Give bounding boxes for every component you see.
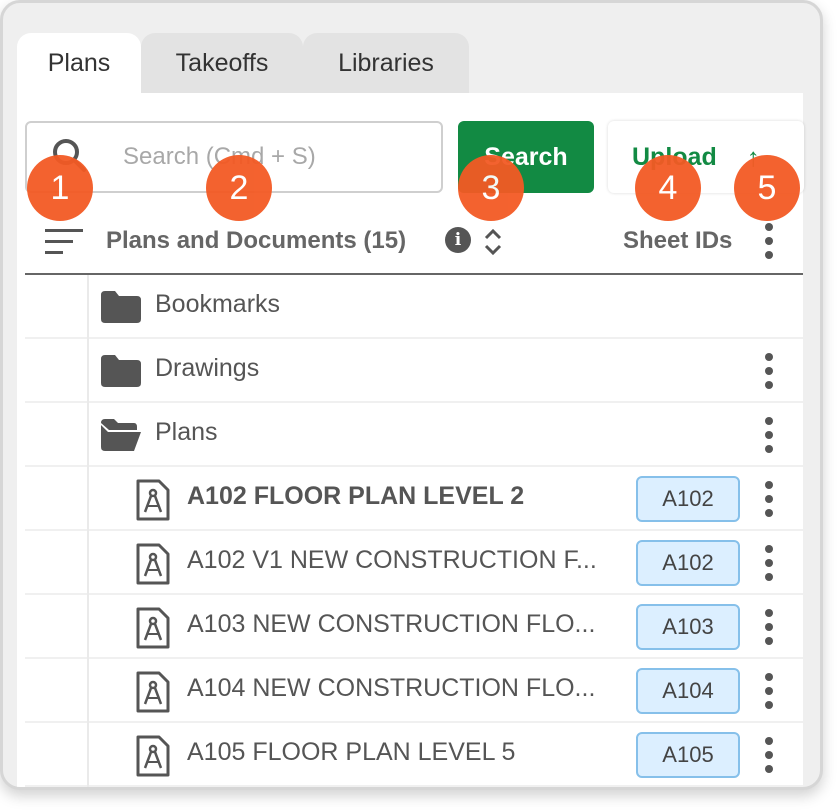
drafting-compass-sheet-icon xyxy=(136,543,170,585)
callout-3: 3 xyxy=(458,155,524,221)
callout-1: 1 xyxy=(27,155,93,221)
callout-4: 4 xyxy=(635,155,701,221)
sheet-label: A103 NEW CONSTRUCTION FLO... xyxy=(187,610,596,638)
folder-label: Drawings xyxy=(155,354,260,382)
row-more-icon[interactable] xyxy=(763,545,775,581)
tab-takeoffs[interactable]: Takeoffs xyxy=(141,33,303,93)
callout-2: 2 xyxy=(206,155,272,221)
sheet-id-badge[interactable]: A102 xyxy=(636,540,740,586)
search-input[interactable] xyxy=(123,123,423,191)
sheet-id-badge[interactable]: A104 xyxy=(636,668,740,714)
sheet-id-badge[interactable]: A105 xyxy=(636,732,740,778)
folder-label: Plans xyxy=(155,418,218,446)
sheet-id-badge[interactable]: A103 xyxy=(636,604,740,650)
row-gutter xyxy=(25,659,89,723)
folder-row-plans[interactable]: Plans xyxy=(25,403,803,467)
folder-open-icon xyxy=(101,419,141,451)
sheet-row[interactable]: A103 NEW CONSTRUCTION FLO... A103 xyxy=(25,595,803,659)
folder-row-bookmarks[interactable]: Bookmarks xyxy=(25,275,803,339)
folder-label: Bookmarks xyxy=(155,290,281,318)
sheet-row[interactable]: A102 V1 NEW CONSTRUCTION F... A102 xyxy=(25,531,803,595)
sort-updown-icon[interactable] xyxy=(483,227,503,257)
list-header: Plans and Documents (15) i Sheet IDs xyxy=(25,211,803,275)
plans-panel: Plans Takeoffs Libraries Search Upload ↑… xyxy=(0,0,823,790)
sheet-row[interactable]: A102 FLOOR PLAN LEVEL 2 A102 xyxy=(25,467,803,531)
document-list: Bookmarks Drawings Plans A102 FLOOR PLAN… xyxy=(25,275,803,787)
row-more-icon[interactable] xyxy=(763,609,775,645)
sort-icon[interactable] xyxy=(45,229,83,255)
folder-row-drawings[interactable]: Drawings xyxy=(25,339,803,403)
row-gutter xyxy=(25,275,89,339)
sheet-row[interactable]: A105 FLOOR PLAN LEVEL 5 A105 xyxy=(25,723,803,787)
drafting-compass-sheet-icon xyxy=(136,607,170,649)
tab-libraries[interactable]: Libraries xyxy=(303,33,469,93)
sheet-label: A105 FLOOR PLAN LEVEL 5 xyxy=(187,738,516,766)
row-more-icon[interactable] xyxy=(763,481,775,517)
info-icon[interactable]: i xyxy=(445,227,471,253)
tab-plans[interactable]: Plans xyxy=(17,33,141,93)
drafting-compass-sheet-icon xyxy=(136,671,170,713)
folder-icon xyxy=(101,291,141,323)
sheet-label: A104 NEW CONSTRUCTION FLO... xyxy=(187,674,596,702)
sheet-ids-header: Sheet IDs xyxy=(623,227,733,254)
sheet-label: A102 V1 NEW CONSTRUCTION F... xyxy=(187,546,597,574)
callout-5: 5 xyxy=(734,155,800,221)
row-gutter xyxy=(25,339,89,403)
sheet-row[interactable]: A104 NEW CONSTRUCTION FLO... A104 xyxy=(25,659,803,723)
row-gutter xyxy=(25,723,89,787)
row-more-icon[interactable] xyxy=(763,417,775,453)
drafting-compass-sheet-icon xyxy=(136,735,170,777)
header-more-icon[interactable] xyxy=(763,223,775,259)
row-gutter xyxy=(25,403,89,467)
tab-bar: Plans Takeoffs Libraries xyxy=(17,33,469,93)
row-gutter xyxy=(25,595,89,659)
row-gutter xyxy=(25,467,89,531)
row-more-icon[interactable] xyxy=(763,673,775,709)
drafting-compass-sheet-icon xyxy=(136,479,170,521)
row-gutter xyxy=(25,531,89,595)
folder-icon xyxy=(101,355,141,387)
row-more-icon[interactable] xyxy=(763,737,775,773)
sheet-id-badge[interactable]: A102 xyxy=(636,476,740,522)
row-more-icon[interactable] xyxy=(763,353,775,389)
sheet-label: A102 FLOOR PLAN LEVEL 2 xyxy=(187,482,525,510)
list-title: Plans and Documents (15) xyxy=(106,227,407,254)
